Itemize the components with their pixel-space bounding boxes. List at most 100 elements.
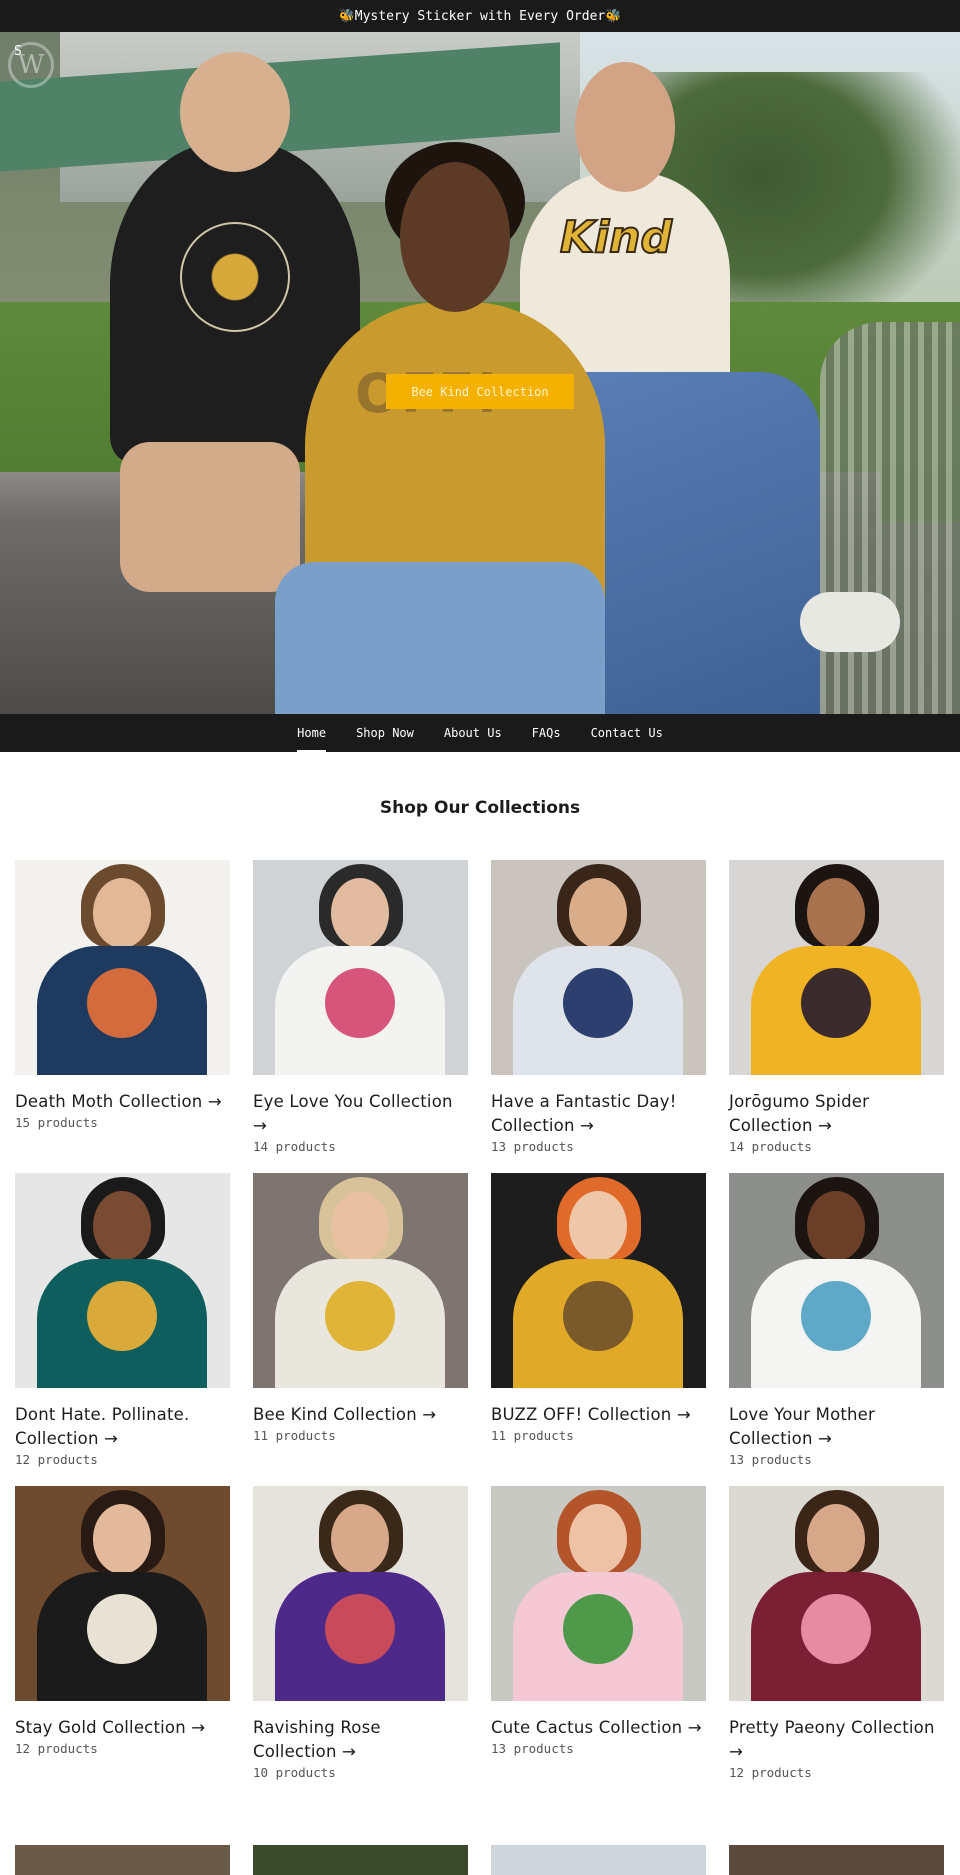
collections-grid-next-row [15,1845,945,1875]
shirt-graphic-icon [87,968,157,1038]
store-logo-text[interactable]: S [14,44,22,59]
model-face [569,1191,627,1261]
model-face [331,1504,389,1574]
model-legs [120,442,300,592]
nav-item-home[interactable]: Home [282,714,341,752]
model-face [569,878,627,948]
model-face [400,162,510,312]
collection-product-count: 14 products [729,1139,812,1154]
nav-item-contact-us[interactable]: Contact Us [576,714,678,752]
model-face [93,878,151,948]
hero-banner: Kind OFF! W S [0,32,960,714]
shirt-graphic-icon [801,1281,871,1351]
shirt-graphic-icon [87,1594,157,1664]
collection-title[interactable]: Death Moth Collection → [15,1090,230,1114]
model-face [180,52,290,172]
shirt-graphic-icon [563,1594,633,1664]
collection-product-count: 11 products [253,1428,336,1443]
shirt-graphic-icon [325,968,395,1038]
collection-product-count: 11 products [491,1428,574,1443]
collection-product-count: 12 products [729,1765,812,1780]
collection-product-count: 10 products [253,1765,336,1780]
collection-product-count: 13 products [729,1452,812,1467]
announcement-bar: 🐝Mystery Sticker with Every Order🐝 [0,0,960,32]
nav-item-about-us[interactable]: About Us [429,714,517,752]
collection-title[interactable]: Eye Love You Collection → [253,1090,468,1138]
model-face [93,1504,151,1574]
collection-image[interactable] [491,860,706,1075]
collection-product-count: 12 products [15,1741,98,1756]
shirt-graphic-icon [801,968,871,1038]
shirt-graphic-icon [563,1281,633,1351]
collection-image[interactable] [15,1486,230,1701]
collection-image[interactable] [253,1486,468,1701]
collection-card[interactable]: Dont Hate. Pollinate. Collection → 12 pro… [15,1173,230,1486]
collection-card[interactable]: Love Your Mother Collection → 13 products [729,1173,944,1486]
collection-card[interactable]: Bee Kind Collection → 11 products [253,1173,468,1486]
main-nav: Home Shop Now About Us FAQs Contact Us [0,714,960,752]
shirt-graphic-icon [563,968,633,1038]
hero-cta-button[interactable]: Bee Kind Collection [386,374,574,409]
collections-heading: Shop Our Collections [379,798,581,818]
collection-image[interactable] [253,1845,468,1875]
collection-title[interactable]: Cute Cactus Collection → [491,1716,706,1740]
kind-shirt-graphic: Kind [559,211,673,264]
shirt-graphic-icon [87,1281,157,1351]
collection-image[interactable] [491,1173,706,1388]
model-face [807,878,865,948]
collection-card[interactable]: Have a Fantastic Day! Collection → 13 pro… [491,860,706,1173]
collection-title[interactable]: Stay Gold Collection → [15,1716,230,1740]
collection-title[interactable]: Have a Fantastic Day! Collection → [491,1090,706,1138]
shirt-graphic-icon [325,1281,395,1351]
collection-product-count: 13 products [491,1139,574,1154]
nav-item-shop-now[interactable]: Shop Now [341,714,429,752]
collection-image[interactable] [15,1173,230,1388]
hero-railing [820,322,960,714]
model-face [569,1504,627,1574]
model-face [807,1191,865,1261]
collection-image[interactable] [253,1173,468,1388]
collection-card[interactable]: Jorōgumo Spider Collection → 14 products [729,860,944,1173]
model-shoe [800,592,900,652]
collection-card[interactable]: Ravishing Rose Collection → 10 products [253,1486,468,1799]
shirt-graphic-icon [325,1594,395,1664]
nav-item-faqs[interactable]: FAQs [517,714,576,752]
collection-card[interactable]: BUZZ OFF! Collection → 11 products [491,1173,706,1486]
collection-title[interactable]: Love Your Mother Collection → [729,1403,944,1451]
model-face [331,878,389,948]
model-face [331,1191,389,1261]
collection-image[interactable] [253,860,468,1075]
announcement-text: 🐝Mystery Sticker with Every Order🐝 [338,8,622,24]
collection-product-count: 13 products [491,1741,574,1756]
collection-card[interactable]: Cute Cactus Collection → 13 products [491,1486,706,1799]
model-face [807,1504,865,1574]
collection-card[interactable]: Pretty Paeony Collection → 12 products [729,1486,944,1799]
collection-product-count: 12 products [15,1452,98,1467]
collection-image[interactable] [729,1173,944,1388]
collection-card[interactable]: Stay Gold Collection → 12 products [15,1486,230,1799]
collection-title[interactable]: Jorōgumo Spider Collection → [729,1090,944,1138]
collection-title[interactable]: Pretty Paeony Collection → [729,1716,944,1764]
collection-image[interactable] [15,1845,230,1875]
model-denim [275,562,605,714]
collection-title[interactable]: Bee Kind Collection → [253,1403,468,1427]
collection-image[interactable] [729,1486,944,1701]
collection-card[interactable]: Eye Love You Collection → 14 products [253,860,468,1173]
collection-image[interactable] [491,1845,706,1875]
collection-image[interactable] [729,860,944,1075]
collection-title[interactable]: Dont Hate. Pollinate. Collection → [15,1403,230,1451]
shirt-graphic-icon [801,1594,871,1664]
collection-product-count: 14 products [253,1139,336,1154]
collection-image[interactable] [15,860,230,1075]
collection-title[interactable]: Ravishing Rose Collection → [253,1716,468,1764]
hero-model-center: OFF! [275,142,605,714]
model-face [93,1191,151,1261]
model-face [575,62,675,192]
collection-title[interactable]: BUZZ OFF! Collection → [491,1403,706,1427]
collection-image[interactable] [729,1845,944,1875]
collection-image[interactable] [491,1486,706,1701]
collection-product-count: 15 products [15,1115,98,1130]
collections-grid: Death Moth Collection → 15 products Eye Lo… [15,860,945,1799]
collection-card[interactable]: Death Moth Collection → 15 products [15,860,230,1173]
bee-graphic-icon [180,222,290,332]
